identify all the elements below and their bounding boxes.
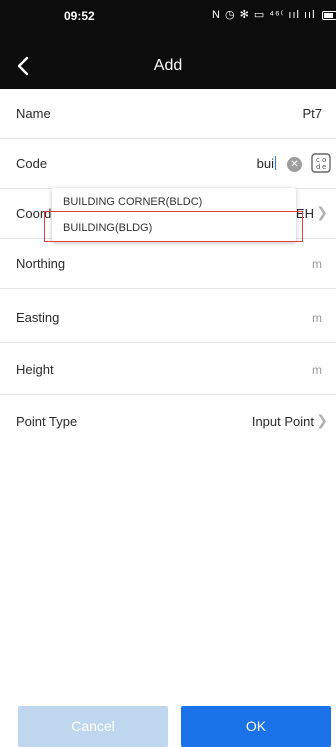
chevron-right-icon: ❯ [316, 412, 328, 428]
code-input-text: bui [256, 156, 274, 171]
status-time: 09:52 [64, 9, 95, 23]
code-label: Code [16, 156, 48, 171]
height-unit: m [312, 363, 322, 377]
name-row[interactable]: Name Pt7 [0, 89, 336, 139]
suggestion-building-corner[interactable]: BUILDING CORNER(BLDC) [63, 196, 202, 208]
point-type-row[interactable]: Point Type Input Point ❯ [0, 397, 336, 447]
name-label: Name [16, 106, 51, 121]
northing-unit: m [312, 257, 322, 271]
page-title: Add [153, 57, 183, 74]
cancel-button[interactable]: Cancel [18, 706, 168, 747]
text-caret [275, 156, 276, 170]
status-icons: N ◷ ✻ ▭ ⁴⁶⁽ ııl ııl [212, 8, 336, 21]
easting-row[interactable]: Easting m [0, 293, 336, 343]
name-value[interactable]: Pt7 [302, 106, 322, 121]
title-bar: Add [0, 44, 336, 89]
code-row: Code bui ✕ c o d e [0, 139, 336, 189]
code-library-icon: c o d e [311, 153, 331, 173]
easting-label: Easting [16, 310, 60, 325]
point-type-value: Input Point [251, 414, 314, 429]
selection-highlight-box [44, 211, 303, 242]
clear-icon[interactable]: ✕ [287, 157, 302, 172]
svg-text:e: e [322, 163, 326, 171]
status-bar: 09:52 N ◷ ✻ ▭ ⁴⁶⁽ ııl ııl [0, 0, 336, 44]
point-type-label: Point Type [16, 414, 78, 429]
northing-label: Northing [16, 256, 66, 271]
easting-unit: m [312, 311, 322, 325]
code-input[interactable]: bui [257, 156, 276, 171]
status-icons-text: N ◷ ✻ ▭ ⁴⁶⁽ ııl ııl [212, 9, 316, 21]
height-row[interactable]: Height m [0, 345, 336, 395]
svg-text:d: d [316, 163, 320, 171]
ok-button[interactable]: OK [181, 706, 331, 747]
height-label: Height [16, 362, 54, 377]
code-library-button[interactable]: c o d e [310, 152, 332, 174]
chevron-right-icon: ❯ [316, 204, 328, 220]
northing-row[interactable]: Northing m [0, 239, 336, 289]
battery-icon [321, 10, 336, 20]
bottom-action-bar: Cancel OK [0, 706, 336, 747]
